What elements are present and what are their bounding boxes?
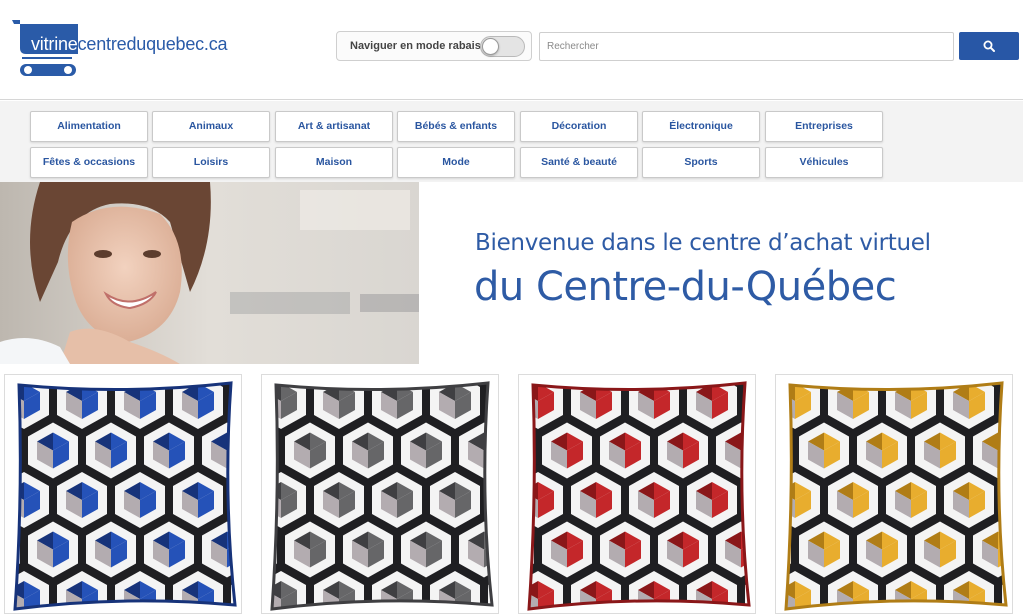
- discount-mode-toggle[interactable]: [480, 36, 525, 57]
- search-button[interactable]: [959, 32, 1019, 60]
- logo-text-part2: centreduquebec.ca: [77, 34, 228, 54]
- category-sports[interactable]: Sports: [642, 147, 760, 178]
- category-mode[interactable]: Mode: [397, 147, 515, 178]
- category-loisirs[interactable]: Loisirs: [152, 147, 270, 178]
- category-entreprises[interactable]: Entreprises: [765, 111, 883, 142]
- category-nav: Alimentation Animaux Art & artisanat Béb…: [0, 101, 1023, 182]
- category-sante-beaute[interactable]: Santé & beauté: [520, 147, 638, 178]
- logo-text: vitrinecentreduquebec.ca: [31, 34, 228, 55]
- category-fetes-occasions[interactable]: Fêtes & occasions: [30, 147, 148, 178]
- woman-portrait-image: [0, 182, 419, 364]
- product-card-yellow-pillow[interactable]: [775, 374, 1013, 614]
- site-logo[interactable]: vitrinecentreduquebec.ca: [8, 14, 238, 80]
- category-art-artisanat[interactable]: Art & artisanat: [275, 111, 393, 142]
- category-vehicules[interactable]: Véhicules: [765, 147, 883, 178]
- product-card-grey-pillow[interactable]: [261, 374, 499, 614]
- site-header: vitrinecentreduquebec.ca Naviguer en mod…: [0, 0, 1023, 100]
- pillow-image: [527, 381, 751, 611]
- discount-mode-label: Naviguer en mode rabais: [350, 40, 481, 52]
- logo-text-part1: vitrine: [31, 34, 78, 54]
- search-input[interactable]: [539, 32, 954, 61]
- product-card-red-pillow[interactable]: [518, 374, 756, 614]
- search-icon: [983, 40, 995, 52]
- pillow-image: [784, 381, 1008, 611]
- category-decoration[interactable]: Décoration: [520, 111, 638, 142]
- toggle-knob: [482, 38, 499, 55]
- category-animaux[interactable]: Animaux: [152, 111, 270, 142]
- product-card-blue-pillow[interactable]: [4, 374, 242, 614]
- hero-photo: [0, 182, 419, 364]
- pillow-image: [13, 381, 237, 611]
- category-alimentation[interactable]: Alimentation: [30, 111, 148, 142]
- category-electronique[interactable]: Électronique: [642, 111, 760, 142]
- pillow-image: [270, 381, 494, 611]
- hero-title-line1: Bienvenue dans le centre d’achat virtuel: [475, 230, 931, 256]
- product-grid: [0, 364, 1023, 614]
- category-bebes-enfants[interactable]: Bébés & enfants: [397, 111, 515, 142]
- hero-title-line2: du Centre-du-Québec: [474, 264, 897, 310]
- discount-mode-toggle-container: Naviguer en mode rabais: [336, 31, 532, 61]
- hero-banner: Bienvenue dans le centre d’achat virtuel…: [0, 182, 1023, 364]
- category-maison[interactable]: Maison: [275, 147, 393, 178]
